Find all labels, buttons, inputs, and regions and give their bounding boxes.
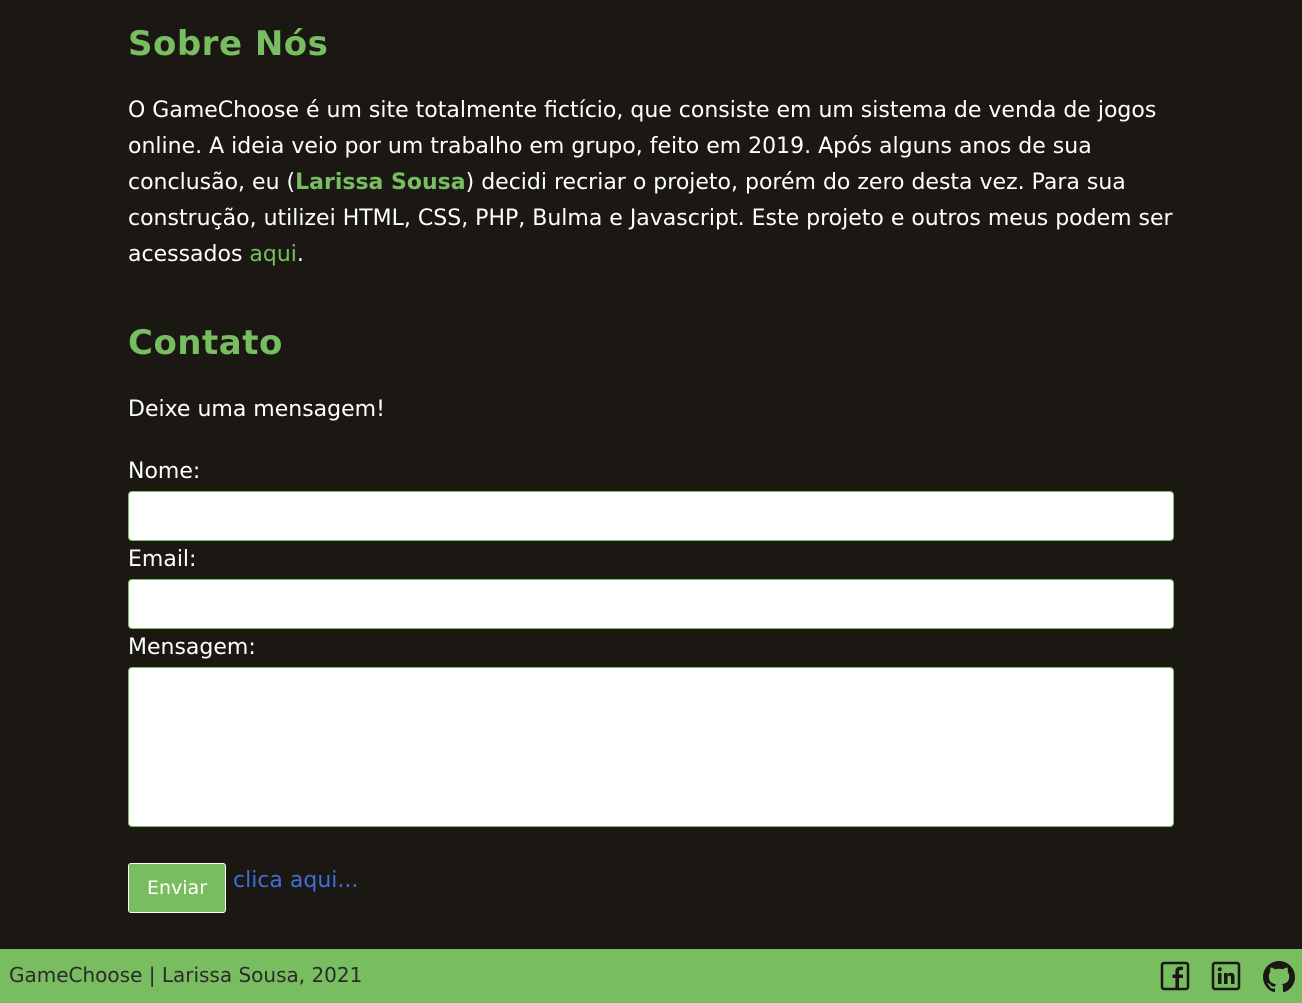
facebook-icon[interactable] [1160,961,1190,991]
about-text-part3: . [296,242,304,267]
contact-title: Contato [128,323,283,363]
contact-subtitle: Deixe uma mensagem! [128,397,385,422]
email-input[interactable] [128,579,1174,629]
page: Sobre Nós O GameChoose é um site totalme… [0,0,1302,1003]
name-input[interactable] [128,491,1174,541]
name-label: Nome: [128,459,201,484]
footer: GameChoose | Larissa Sousa, 2021 [0,949,1302,1003]
about-title: Sobre Nós [128,24,329,64]
author-link[interactable]: Larissa Sousa [295,170,466,195]
message-textarea[interactable] [128,667,1174,827]
email-label: Email: [128,547,197,572]
about-paragraph: O GameChoose é um site totalmente fictíc… [128,93,1174,273]
linkedin-icon[interactable] [1211,961,1241,991]
github-icon[interactable] [1263,961,1295,993]
message-label: Mensagem: [128,635,256,660]
click-here-link[interactable]: clica aqui... [233,868,358,893]
footer-text: GameChoose | Larissa Sousa, 2021 [9,963,363,987]
submit-button[interactable]: Enviar [128,863,226,913]
projects-link[interactable]: aqui [249,242,297,267]
